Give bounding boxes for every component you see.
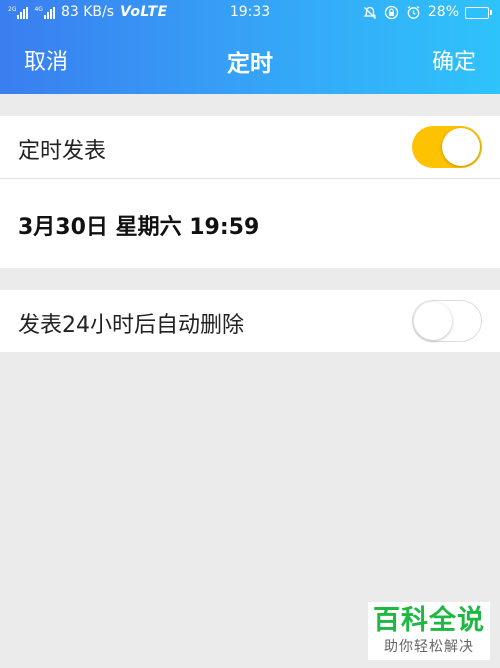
toggle-knob	[414, 302, 452, 340]
bell-off-icon	[362, 5, 378, 21]
watermark-title: 百科全说	[373, 605, 485, 636]
schedule-toggle[interactable]	[412, 126, 482, 168]
lock-rotation-icon	[384, 5, 400, 21]
status-right: 28%	[362, 0, 492, 25]
status-bar: 2G 4G 83 KB/s VoLTE 19:33 28%	[0, 0, 500, 25]
header-bar: 2G 4G 83 KB/s VoLTE 19:33 28% 取消 定时 确定	[0, 0, 500, 94]
auto-delete-row[interactable]: 发表24小时后自动删除	[0, 290, 500, 352]
datetime-row[interactable]: 3月30日 星期六 19:59	[0, 179, 500, 268]
alarm-icon	[406, 5, 422, 21]
watermark-subtitle: 助你轻松解决	[384, 639, 474, 655]
auto-delete-label: 发表24小时后自动删除	[18, 313, 244, 338]
schedule-label: 定时发表	[18, 139, 107, 164]
datetime-value[interactable]: 3月30日 星期六 19:59	[18, 209, 259, 241]
auto-delete-toggle[interactable]	[412, 300, 482, 342]
page-title: 定时	[227, 51, 273, 77]
toggle-knob	[442, 128, 480, 166]
battery-icon	[465, 6, 492, 19]
battery-percent: 28%	[427, 4, 459, 20]
watermark-logo: 百科全说 助你轻松解决	[368, 602, 490, 660]
confirm-button[interactable]: 确定	[432, 44, 476, 76]
schedule-row[interactable]: 定时发表	[0, 116, 500, 178]
